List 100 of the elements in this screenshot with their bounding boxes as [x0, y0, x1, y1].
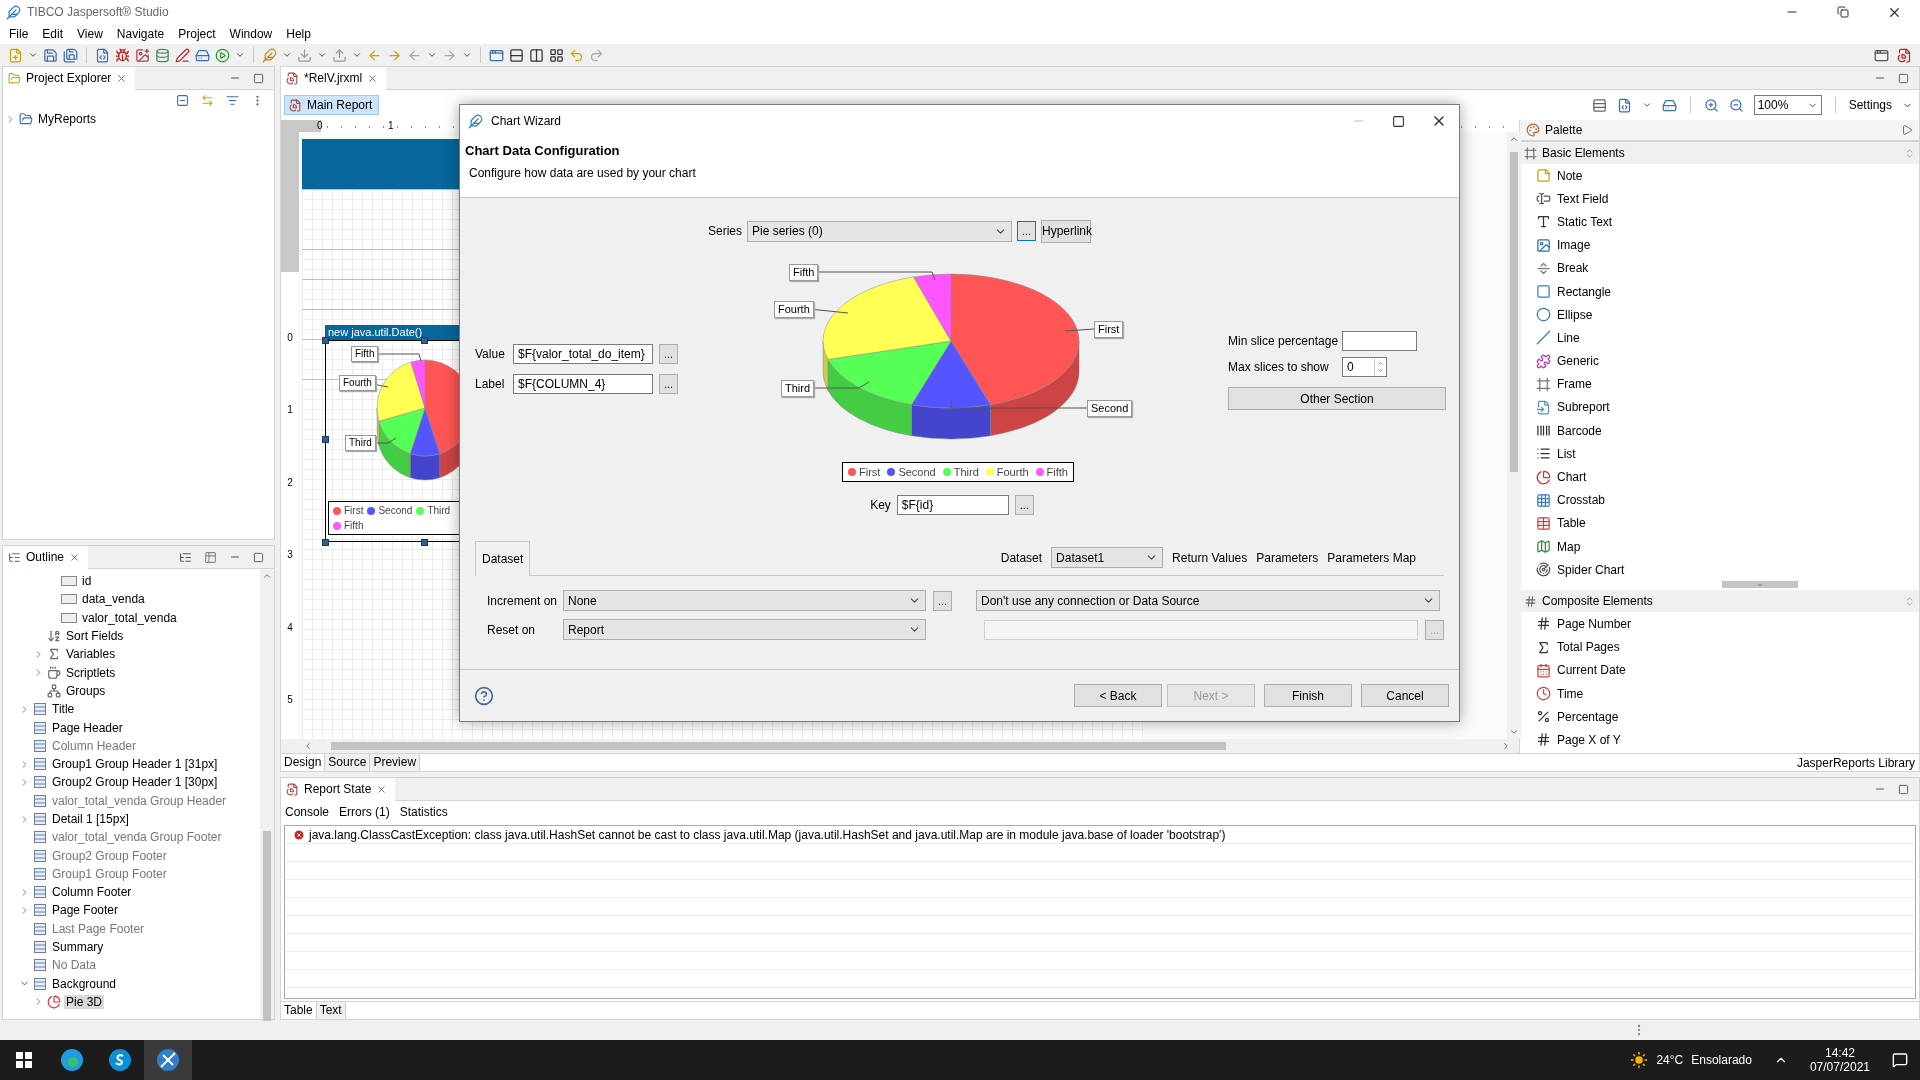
tree-item[interactable]: Column Header — [50, 738, 139, 753]
caret-icon[interactable] — [352, 50, 362, 60]
grid-icon[interactable] — [549, 47, 564, 63]
other-section-button[interactable]: Other Section — [1228, 387, 1446, 410]
caret-icon[interactable] — [235, 50, 245, 60]
expression-field[interactable] — [984, 619, 1418, 640]
palette-item[interactable]: Static Text — [1557, 214, 1613, 229]
series-dropdown[interactable]: Pie series (0) — [747, 220, 1012, 242]
resize-handle[interactable] — [322, 436, 329, 443]
caret-icon[interactable] — [282, 50, 292, 60]
caret-icon[interactable] — [462, 50, 472, 60]
view-tab[interactable]: Design — [281, 754, 326, 771]
hyperlink-button[interactable]: Hyperlink — [1041, 219, 1091, 243]
tree-item[interactable]: Group1 Group Header 1 [31px] — [50, 757, 220, 772]
reset-dropdown[interactable]: Report — [563, 619, 926, 640]
database-icon[interactable] — [155, 47, 170, 63]
run-icon[interactable] — [215, 47, 230, 63]
sub-tab[interactable]: Console — [285, 805, 330, 819]
tree-item[interactable]: Last Page Footer — [50, 921, 147, 936]
key-field[interactable]: $F{id} — [896, 495, 1009, 515]
help-icon[interactable] — [474, 685, 494, 706]
palette-item[interactable]: Chart — [1557, 470, 1587, 485]
panel-tab[interactable]: Project Explorer — [3, 66, 136, 90]
arrow-right-icon[interactable] — [387, 47, 402, 63]
value-field[interactable]: $F{valor_total_do_item} — [513, 344, 653, 364]
increment-dropdown[interactable]: None — [563, 590, 926, 611]
tree-item[interactable]: MyReports — [36, 112, 98, 127]
perspective-icon[interactable] — [1874, 47, 1889, 63]
rows-icon[interactable] — [509, 47, 524, 63]
server-icon[interactable] — [195, 47, 210, 63]
image-icon[interactable] — [135, 47, 150, 63]
menu-item[interactable]: Edit — [35, 27, 71, 41]
tree-item[interactable]: valor_total_venda Group Footer — [50, 830, 224, 845]
pencil-icon[interactable] — [175, 47, 190, 63]
window-icon[interactable] — [489, 47, 504, 63]
panel-tab[interactable]: Report State — [281, 777, 396, 801]
browse-button[interactable]: ... — [659, 344, 678, 364]
palette-item[interactable]: Frame — [1557, 377, 1592, 392]
tree-item[interactable]: data_venda — [80, 592, 147, 607]
dataset-option-link[interactable]: Return Values — [1172, 550, 1248, 565]
back-icon[interactable] — [407, 47, 422, 63]
palette-item[interactable]: Percentage — [1557, 709, 1619, 724]
spin-down-icon[interactable] — [1377, 367, 1384, 374]
palette-item[interactable]: Crosstab — [1557, 493, 1606, 508]
menu-item[interactable]: File — [2, 27, 36, 41]
menu-item[interactable]: Navigate — [109, 27, 172, 41]
resize-handle[interactable] — [322, 337, 329, 344]
palette-item[interactable]: Note — [1557, 168, 1583, 183]
save-all-icon[interactable] — [63, 47, 78, 63]
binary-file-icon[interactable] — [1616, 97, 1632, 113]
palette-item[interactable]: Spider Chart — [1557, 562, 1625, 577]
palette-item[interactable]: Page X of Y — [1557, 732, 1621, 747]
palette-item[interactable]: Table — [1557, 516, 1586, 531]
scrollbar[interactable] — [260, 569, 274, 1019]
zoom-in-icon[interactable] — [1703, 97, 1719, 113]
palette-item[interactable]: Image — [1557, 238, 1591, 253]
link-icon[interactable] — [201, 93, 214, 107]
server-icon[interactable] — [1661, 97, 1677, 113]
palette-item[interactable]: Subreport — [1557, 400, 1610, 415]
save-icon[interactable] — [43, 47, 58, 63]
browse-button[interactable]: ... — [933, 590, 952, 611]
scroll-up-icon[interactable] — [262, 571, 272, 581]
palette-item[interactable]: Generic — [1557, 354, 1600, 369]
tree-item[interactable]: Scriptlets — [64, 665, 118, 680]
dataset-option-link[interactable]: Parameters — [1256, 550, 1319, 565]
scroll-thumb[interactable] — [263, 831, 271, 1021]
scroll-thumb[interactable] — [1510, 152, 1518, 472]
dialog-button[interactable]: Finish — [1264, 684, 1352, 707]
caret-icon[interactable] — [28, 50, 38, 60]
tree-item[interactable]: Detail 1 [15px] — [50, 812, 131, 826]
table-view-icon[interactable] — [204, 550, 217, 564]
scroll-down-icon[interactable] — [1509, 727, 1519, 737]
label-field[interactable]: $F{COLUMN_4} — [513, 374, 653, 394]
tree-item[interactable]: Variables — [64, 647, 118, 662]
palette-item[interactable]: Barcode — [1557, 423, 1602, 438]
scroll-right-icon[interactable] — [1501, 741, 1511, 751]
zoom-out-icon[interactable] — [1728, 97, 1744, 113]
feather-icon[interactable] — [262, 47, 277, 63]
menu-item[interactable]: Project — [171, 27, 223, 41]
caret-icon[interactable] — [427, 50, 437, 60]
scroll-more-bar[interactable] — [1721, 581, 1798, 589]
tree-item[interactable]: Pie 3D — [64, 994, 105, 1009]
dialog-button[interactable]: < Back — [1074, 684, 1162, 707]
tree-item[interactable]: Groups — [64, 683, 108, 698]
browse-button[interactable]: ... — [1017, 221, 1036, 241]
palette-item[interactable]: Time — [1557, 686, 1584, 701]
new-file-icon[interactable] — [8, 47, 23, 63]
download-icon[interactable] — [297, 47, 312, 63]
palette-item[interactable]: Text Field — [1557, 191, 1609, 206]
collapse-palette-icon[interactable] — [1901, 124, 1913, 136]
scroll-thumb[interactable] — [331, 742, 1226, 750]
tree-item[interactable]: Group2 Group Footer — [50, 848, 169, 863]
report-perspective-icon[interactable] — [1897, 47, 1912, 63]
view-tab[interactable]: Table — [281, 1002, 317, 1019]
dialog-button[interactable]: Cancel — [1361, 684, 1449, 707]
editor-tab[interactable]: *RelV.jrxml — [281, 66, 387, 90]
palette-item[interactable]: Line — [1557, 330, 1580, 345]
tree-item[interactable]: Group2 Group Header 1 [30px] — [50, 775, 220, 790]
menu-item[interactable]: View — [70, 27, 110, 41]
tree-item[interactable]: Summary — [50, 940, 106, 955]
